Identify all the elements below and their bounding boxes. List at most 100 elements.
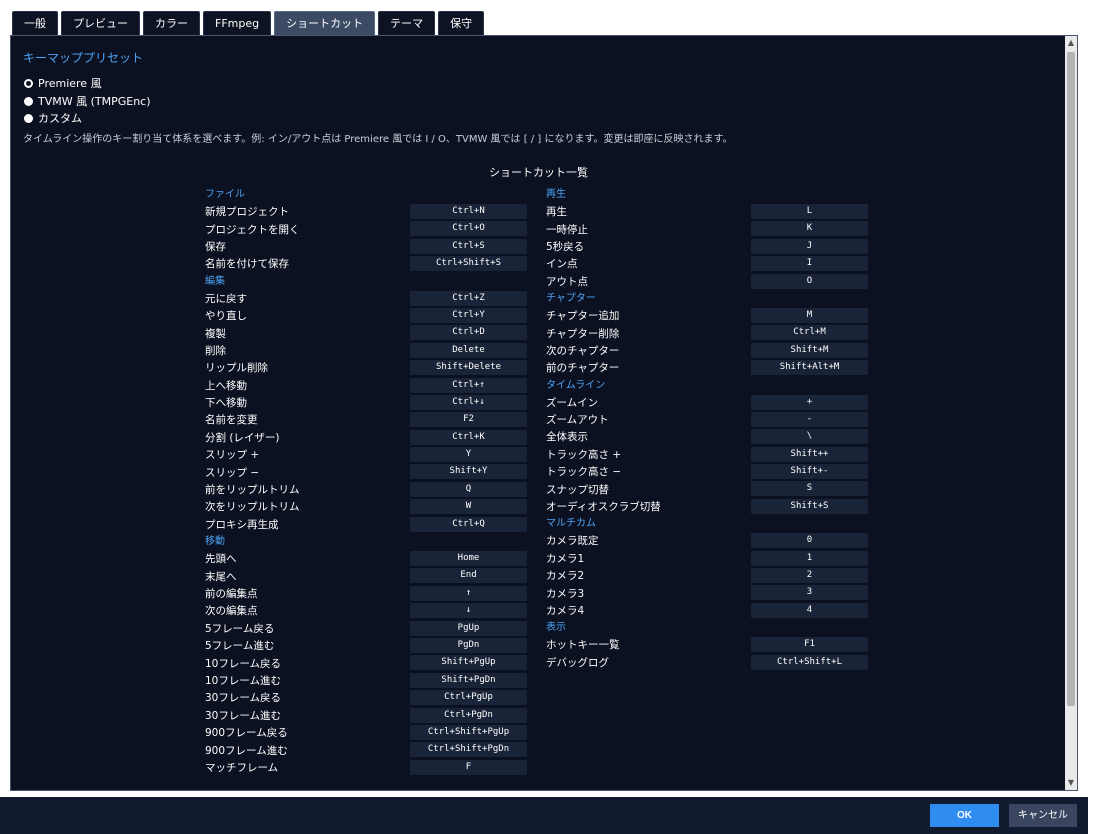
shortcut-key-field[interactable]: Ctrl+Shift+S <box>410 256 527 272</box>
shortcut-action-label: 10フレーム戻る <box>205 657 282 670</box>
shortcut-key-field[interactable]: Ctrl+Q <box>410 516 527 532</box>
shortcut-action-label: トラック高さ − <box>546 466 622 479</box>
shortcut-key-field[interactable]: 2 <box>751 568 868 584</box>
tab-2[interactable]: カラー <box>143 11 200 35</box>
shortcut-key-field[interactable]: Ctrl+PgUp <box>410 690 527 706</box>
shortcut-row: 下へ移動 Ctrl+↓ <box>205 394 527 411</box>
preset-option-tvmw[interactable]: TVMW 風 (TMPGEnc) <box>24 93 151 109</box>
shortcut-key-field[interactable]: I <box>751 256 868 272</box>
shortcut-key-field[interactable]: Shift+S <box>751 498 868 514</box>
shortcut-key-field[interactable]: Ctrl+Z <box>410 290 527 306</box>
shortcut-key-field[interactable]: 3 <box>751 585 868 601</box>
shortcut-key-field[interactable]: Ctrl+S <box>410 238 527 254</box>
cancel-button[interactable]: キャンセル <box>1009 804 1077 827</box>
shortcut-key-field[interactable]: L <box>751 204 868 219</box>
shortcut-key-field[interactable]: Q <box>410 481 527 497</box>
shortcut-key-field[interactable]: Shift++ <box>751 446 868 462</box>
shortcut-key-field[interactable]: Ctrl+Y <box>410 307 527 323</box>
shortcut-key-field[interactable]: Delete <box>410 342 527 358</box>
shortcut-key-field[interactable]: Ctrl+Shift+PgUp <box>410 724 527 740</box>
shortcut-key-field[interactable]: Home <box>410 551 527 567</box>
radio-button[interactable] <box>24 78 33 88</box>
shortcut-action-label: 900フレーム戻る <box>205 727 288 740</box>
scrollbar-thumb[interactable] <box>1067 52 1075 706</box>
shortcut-action-label: 保存 <box>205 240 226 253</box>
shortcut-action-label: 全体表示 <box>546 431 588 444</box>
shortcut-row: 前をリップルトリム Q <box>205 481 527 498</box>
shortcut-action-label: トラック高さ + <box>546 448 622 461</box>
shortcut-row: マッチフレーム F <box>205 759 527 776</box>
shortcut-action-label: イン点 <box>546 258 578 271</box>
tab-6[interactable]: 保守 <box>438 11 485 35</box>
shortcut-key-field[interactable]: Shift+PgUp <box>410 655 527 671</box>
shortcut-row: アウト点 O <box>546 273 868 290</box>
shortcut-key-field[interactable]: Ctrl+O <box>410 221 527 237</box>
shortcut-key-field[interactable]: Ctrl+Shift+L <box>751 654 868 670</box>
scroll-up-icon[interactable]: ▲ <box>1065 36 1077 50</box>
shortcut-key-field[interactable]: M <box>751 307 868 323</box>
preset-option-premiere[interactable]: Premiere 風 <box>24 75 102 91</box>
shortcut-action-label: やり直し <box>205 310 247 323</box>
shortcut-key-field[interactable]: F <box>410 759 527 775</box>
shortcut-key-field[interactable]: - <box>751 411 868 427</box>
shortcut-row: トラック高さ − Shift+- <box>546 463 868 480</box>
shortcut-key-field[interactable]: S <box>751 481 868 497</box>
shortcut-row: 900フレーム戻る Ctrl+Shift+PgUp <box>205 724 527 741</box>
radio-button[interactable] <box>24 96 33 106</box>
ok-button[interactable]: OK <box>930 804 999 827</box>
shortcut-key-field[interactable]: ↓ <box>410 603 527 619</box>
shortcut-key-field[interactable]: + <box>751 394 868 410</box>
shortcut-key-field[interactable]: Ctrl+M <box>751 325 868 341</box>
shortcut-key-field[interactable]: Shift+Delete <box>410 360 527 376</box>
shortcut-action-label: 下へ移動 <box>205 397 247 410</box>
shortcut-key-field[interactable]: Y <box>410 447 527 463</box>
shortcut-key-field[interactable]: Ctrl+D <box>410 325 527 341</box>
shortcut-row: 新規プロジェクト Ctrl+N <box>205 203 527 220</box>
shortcut-key-field[interactable]: Ctrl+PgDn <box>410 707 527 723</box>
shortcut-key-field[interactable]: Ctrl+K <box>410 429 527 445</box>
shortcut-key-field[interactable]: Ctrl+Shift+PgDn <box>410 742 527 758</box>
shortcut-key-field[interactable]: Ctrl+N <box>410 204 527 219</box>
shortcut-key-field[interactable]: F1 <box>751 637 868 653</box>
shortcut-action-label: 先頭へ <box>205 553 237 566</box>
shortcut-key-field[interactable]: Shift+- <box>751 464 868 480</box>
shortcut-key-field[interactable]: \ <box>751 429 868 445</box>
tab-5[interactable]: テーマ <box>378 11 436 35</box>
vertical-scrollbar[interactable]: ▲ ▼ <box>1065 36 1077 790</box>
shortcut-row: 名前を変更 F2 <box>205 411 527 428</box>
shortcut-row: 複製 Ctrl+D <box>205 324 527 341</box>
shortcut-key-field[interactable]: 0 <box>751 533 868 549</box>
shortcut-key-field[interactable]: 1 <box>751 550 868 566</box>
scroll-down-icon[interactable]: ▼ <box>1065 776 1077 790</box>
tab-1[interactable]: プレビュー <box>61 11 140 35</box>
shortcut-key-field[interactable]: ↑ <box>410 585 527 601</box>
radio-button[interactable] <box>24 113 33 123</box>
shortcut-action-label: ズームアウト <box>546 414 609 427</box>
shortcut-key-field[interactable]: F2 <box>410 412 527 428</box>
tab-0[interactable]: 一般 <box>12 11 58 35</box>
shortcut-key-field[interactable]: W <box>410 499 527 515</box>
shortcut-action-label: 次をリップルトリム <box>205 501 300 514</box>
shortcut-row: 次の編集点 ↓ <box>205 602 527 619</box>
shortcut-key-field[interactable]: O <box>751 273 868 289</box>
shortcut-key-field[interactable]: PgUp <box>410 620 527 636</box>
shortcut-key-field[interactable]: Shift+PgDn <box>410 672 527 688</box>
tab-4[interactable]: ショートカット <box>274 11 376 35</box>
shortcut-key-field[interactable]: J <box>751 238 868 254</box>
shortcut-key-field[interactable]: Shift+Alt+M <box>751 360 868 376</box>
shortcut-action-label: 上へ移動 <box>205 379 247 392</box>
shortcut-key-field[interactable]: Shift+M <box>751 342 868 358</box>
shortcut-key-field[interactable]: Shift+Y <box>410 464 527 480</box>
shortcut-key-field[interactable]: Ctrl+↓ <box>410 394 527 410</box>
shortcut-key-field[interactable]: 4 <box>751 602 868 618</box>
preset-option-label: Premiere 風 <box>38 77 102 90</box>
tab-3[interactable]: FFmpeg <box>203 11 272 35</box>
shortcut-key-field[interactable]: End <box>410 568 527 584</box>
shortcut-row: オーディオスクラブ切替 Shift+S <box>546 498 868 515</box>
shortcut-key-field[interactable]: K <box>751 221 868 237</box>
preset-option-custom[interactable]: カスタム <box>24 110 82 126</box>
shortcut-key-field[interactable]: Ctrl+↑ <box>410 377 527 393</box>
shortcut-row: 10フレーム進む Shift+PgDn <box>205 672 527 689</box>
shortcut-row: 前のチャプター Shift+Alt+M <box>546 359 868 376</box>
shortcut-key-field[interactable]: PgDn <box>410 637 527 653</box>
